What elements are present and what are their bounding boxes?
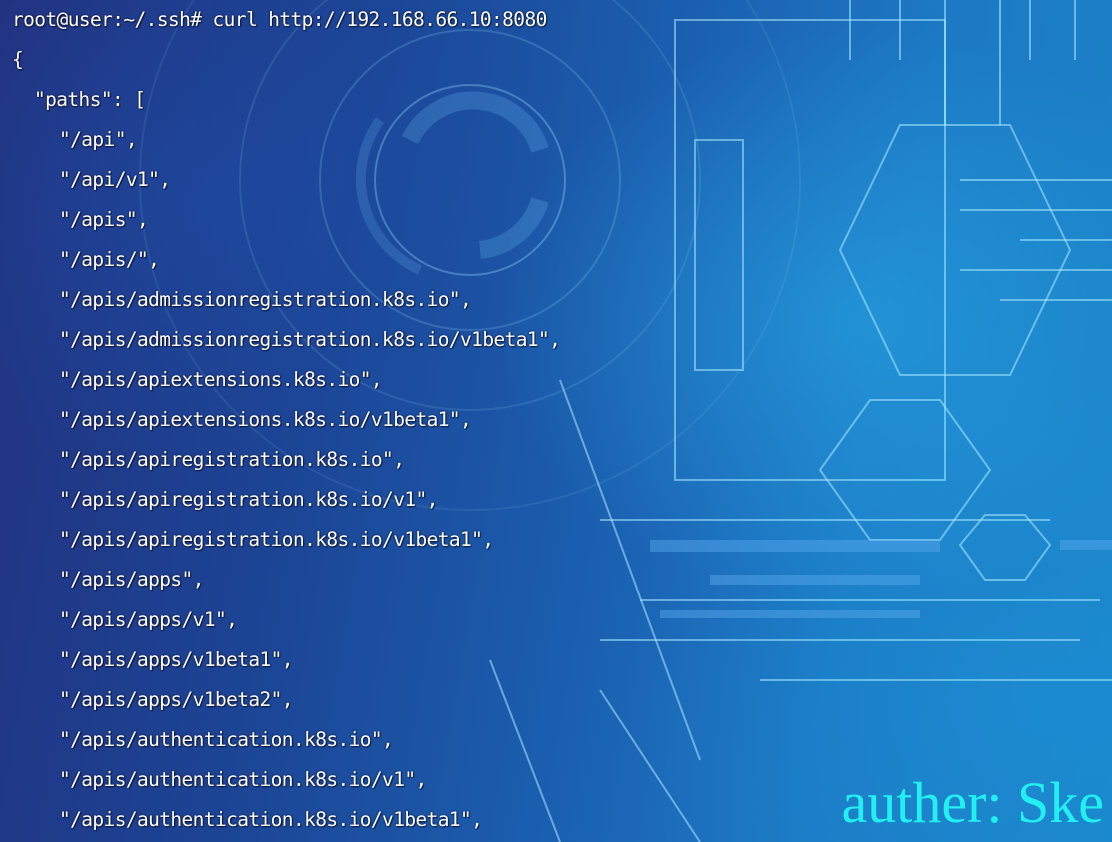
output-line: "/apis", xyxy=(59,208,149,231)
output-line: "/apis/", xyxy=(59,248,160,271)
output-line: "/apis/apiextensions.k8s.io", xyxy=(59,368,383,391)
shell-prompt: root@user:~/.ssh# xyxy=(12,8,202,31)
output-line: "/apis/apiextensions.k8s.io/v1beta1", xyxy=(59,408,472,431)
output-line: "/apis/admissionregistration.k8s.io", xyxy=(59,288,472,311)
output-line: "/apis/apps/v1", xyxy=(59,608,238,631)
terminal-output: root@user:~/.ssh# curl http://192.168.66… xyxy=(12,0,561,840)
output-line: "/apis/admissionregistration.k8s.io/v1be… xyxy=(59,328,561,351)
output-line: "/apis/apiregistration.k8s.io", xyxy=(59,448,405,471)
output-line: "/apis/apiregistration.k8s.io/v1beta1", xyxy=(59,528,494,551)
output-line: "/apis/apps/v1beta2", xyxy=(59,688,294,711)
output-line: "/api", xyxy=(59,128,138,151)
output-line: "/apis/apps/v1beta1", xyxy=(59,648,294,671)
output-line: "/apis/apiregistration.k8s.io/v1", xyxy=(59,488,438,511)
author-watermark: auther: Ske xyxy=(841,770,1104,835)
terminal-window[interactable]: root@user:~/.ssh# curl http://192.168.66… xyxy=(0,0,1112,842)
output-line: "/apis/authentication.k8s.io/v1beta1", xyxy=(59,808,483,831)
output-line: "/api/v1", xyxy=(59,168,171,191)
output-line: "/apis/apps", xyxy=(59,568,204,591)
shell-command: curl http://192.168.66.10:8080 xyxy=(212,8,548,31)
command-line: root@user:~/.ssh# curl http://192.168.66… xyxy=(12,0,560,40)
output-line: "/apis/authentication.k8s.io/v1", xyxy=(59,768,427,791)
output-line: "/apis/authentication.k8s.io", xyxy=(59,728,394,751)
output-line: "paths": [ xyxy=(34,88,146,111)
output-line: { xyxy=(12,48,24,71)
